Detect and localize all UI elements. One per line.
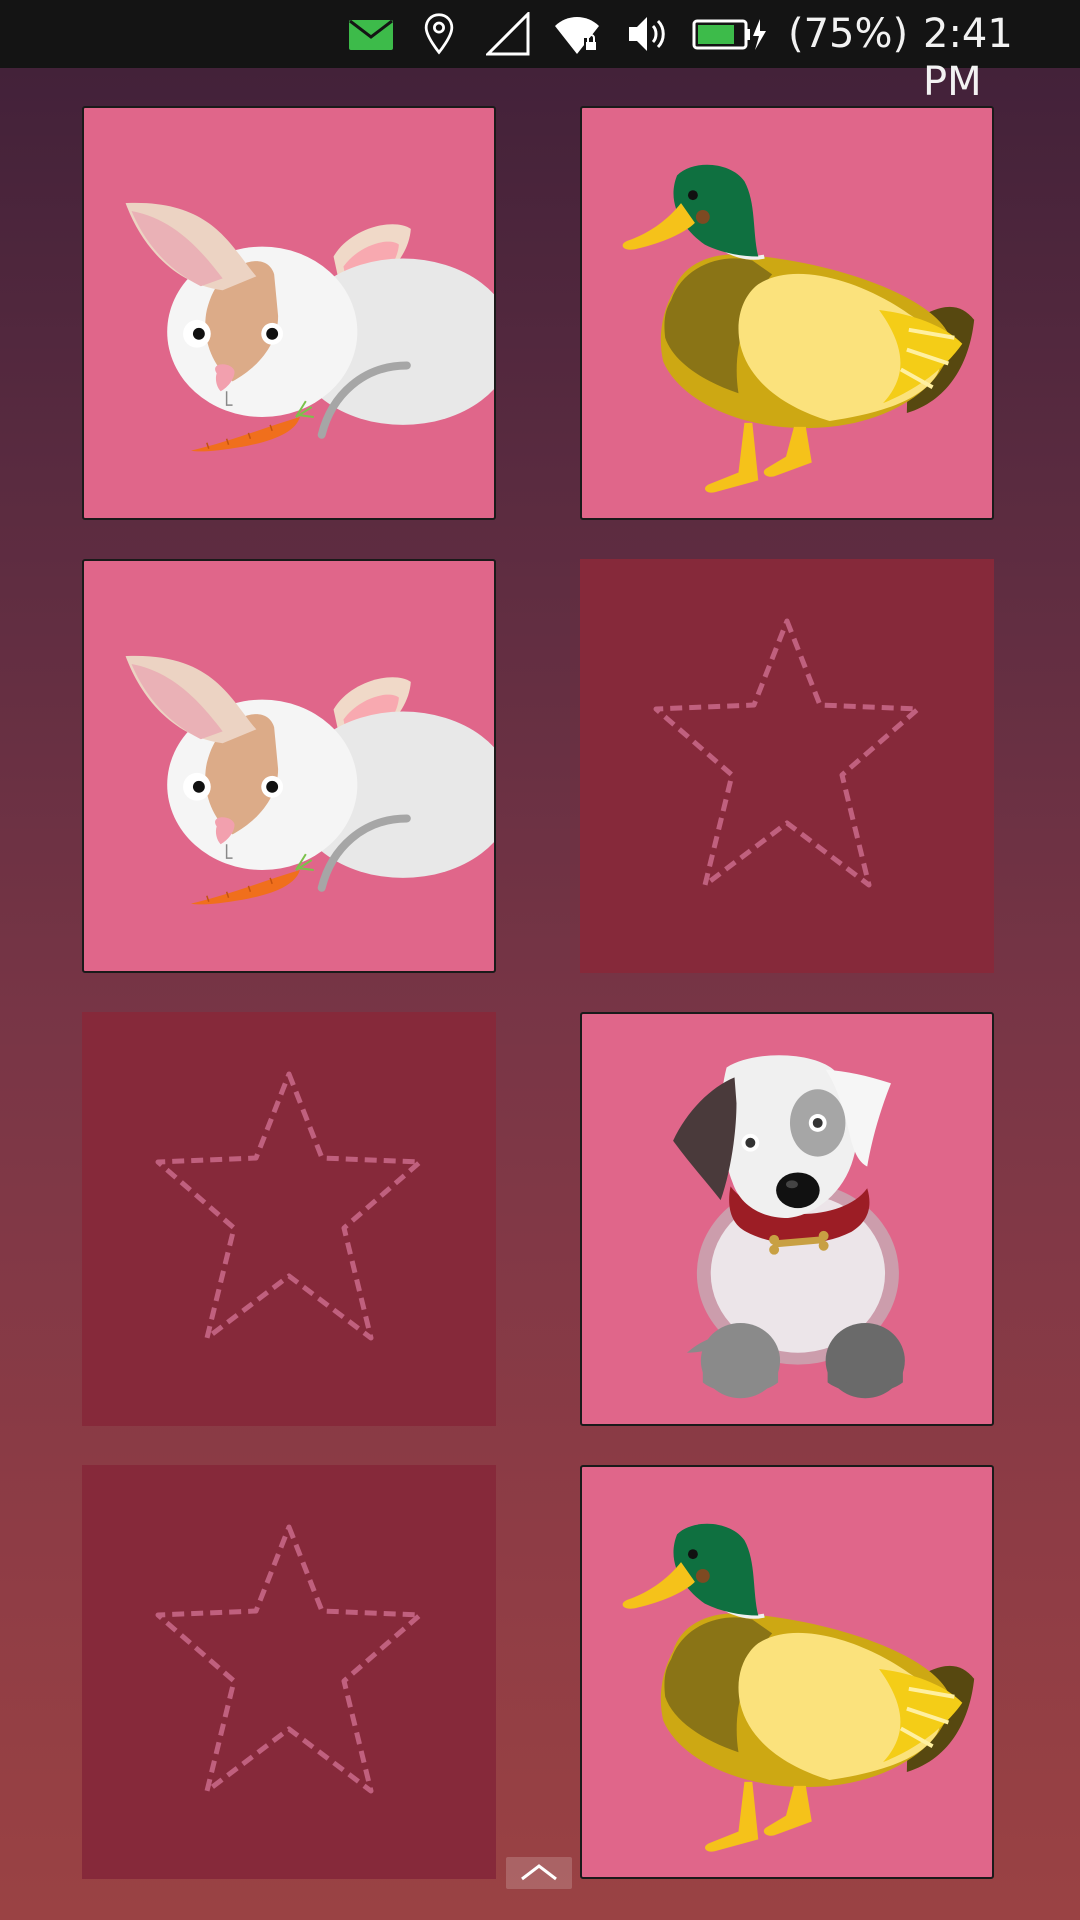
star-icon	[82, 1465, 496, 1879]
card-duck[interactable]	[580, 106, 994, 520]
duck-icon	[620, 162, 977, 495]
scroll-up-button[interactable]	[506, 1857, 572, 1889]
rabbit-icon	[84, 108, 494, 518]
card-hidden[interactable]	[82, 1012, 496, 1426]
battery-percent: (75%)	[788, 11, 909, 57]
chevron-up-icon	[521, 1864, 557, 1881]
memory-board	[0, 68, 1080, 1920]
card-dog[interactable]	[580, 1012, 994, 1426]
card-hidden[interactable]	[82, 1465, 496, 1879]
wifi-lock-icon	[555, 17, 599, 54]
card-rabbit[interactable]	[82, 559, 496, 973]
volume-icon	[629, 17, 665, 51]
card-duck[interactable]	[580, 1465, 994, 1879]
star-icon	[580, 559, 994, 973]
card-rabbit[interactable]	[82, 106, 496, 520]
dog-icon	[582, 1014, 992, 1424]
rabbit-icon	[84, 561, 494, 971]
mail-icon	[349, 19, 393, 50]
location-icon	[424, 13, 454, 55]
battery-charging-icon	[692, 19, 766, 50]
status-bar: (75%) 2:41 PM	[0, 0, 1080, 105]
card-hidden[interactable]	[580, 559, 994, 973]
star-icon	[82, 1012, 496, 1426]
signal-icon	[486, 12, 530, 56]
duck-icon	[620, 1521, 977, 1854]
